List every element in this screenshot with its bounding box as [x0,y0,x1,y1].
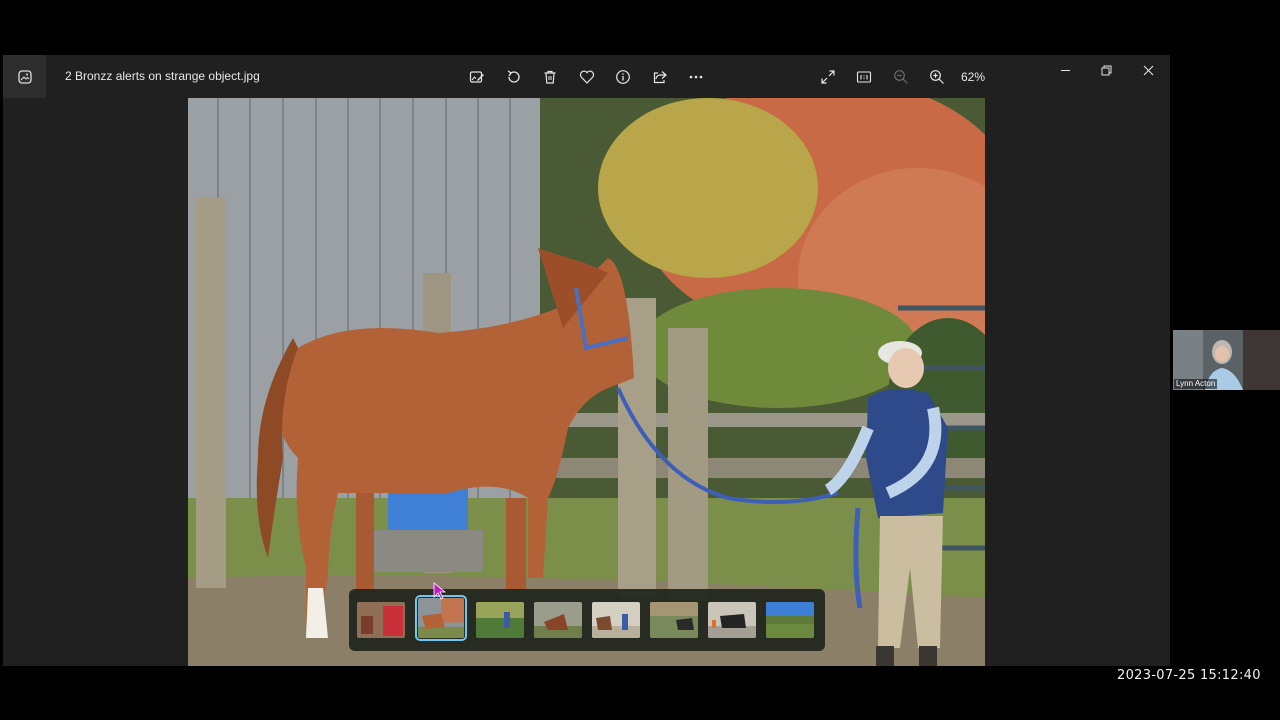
filmstrip-thumb[interactable] [650,602,698,638]
rotate-icon[interactable] [502,65,526,89]
photos-app-icon[interactable] [3,55,46,98]
filmstrip [349,589,825,651]
zoom-level[interactable]: 62% [961,70,985,84]
actual-size-icon[interactable] [852,65,876,89]
restore-icon [1101,65,1111,75]
participant-video-tile[interactable]: Lynn Acton [1173,330,1280,390]
fullscreen-icon[interactable] [816,65,840,89]
file-title: 2 Bronzz alerts on strange object.jpg [65,69,260,83]
main-photo [188,98,985,666]
close-button[interactable] [1128,57,1168,83]
titlebar: 2 Bronzz alerts on strange object.jpg 62… [3,55,1170,98]
recording-timestamp: 2023-07-25 15:12:40 [1117,668,1261,683]
photo-image [188,98,985,666]
minimize-icon [1060,69,1070,71]
filmstrip-thumb-selected[interactable] [415,595,467,641]
restore-button[interactable] [1086,57,1126,83]
mouse-cursor-icon [433,582,447,600]
delete-icon[interactable] [538,65,562,89]
filmstrip-thumb[interactable] [708,602,756,638]
photos-viewer-window: 2 Bronzz alerts on strange object.jpg 62… [3,55,1170,666]
share-icon[interactable] [648,65,672,89]
filmstrip-thumb[interactable] [357,602,405,638]
edit-image-icon[interactable] [465,65,489,89]
favorite-icon[interactable] [575,65,599,89]
filmstrip-thumb[interactable] [766,602,814,638]
filmstrip-thumb[interactable] [534,602,582,638]
filmstrip-thumb[interactable] [592,602,640,638]
close-icon [1143,65,1153,75]
zoom-in-icon[interactable] [925,65,949,89]
filmstrip-thumb[interactable] [476,602,524,638]
minimize-button[interactable] [1045,57,1085,83]
zoom-out-icon[interactable] [889,65,913,89]
participant-name: Lynn Acton [1174,379,1218,389]
more-icon[interactable] [684,65,708,89]
info-icon[interactable] [611,65,635,89]
